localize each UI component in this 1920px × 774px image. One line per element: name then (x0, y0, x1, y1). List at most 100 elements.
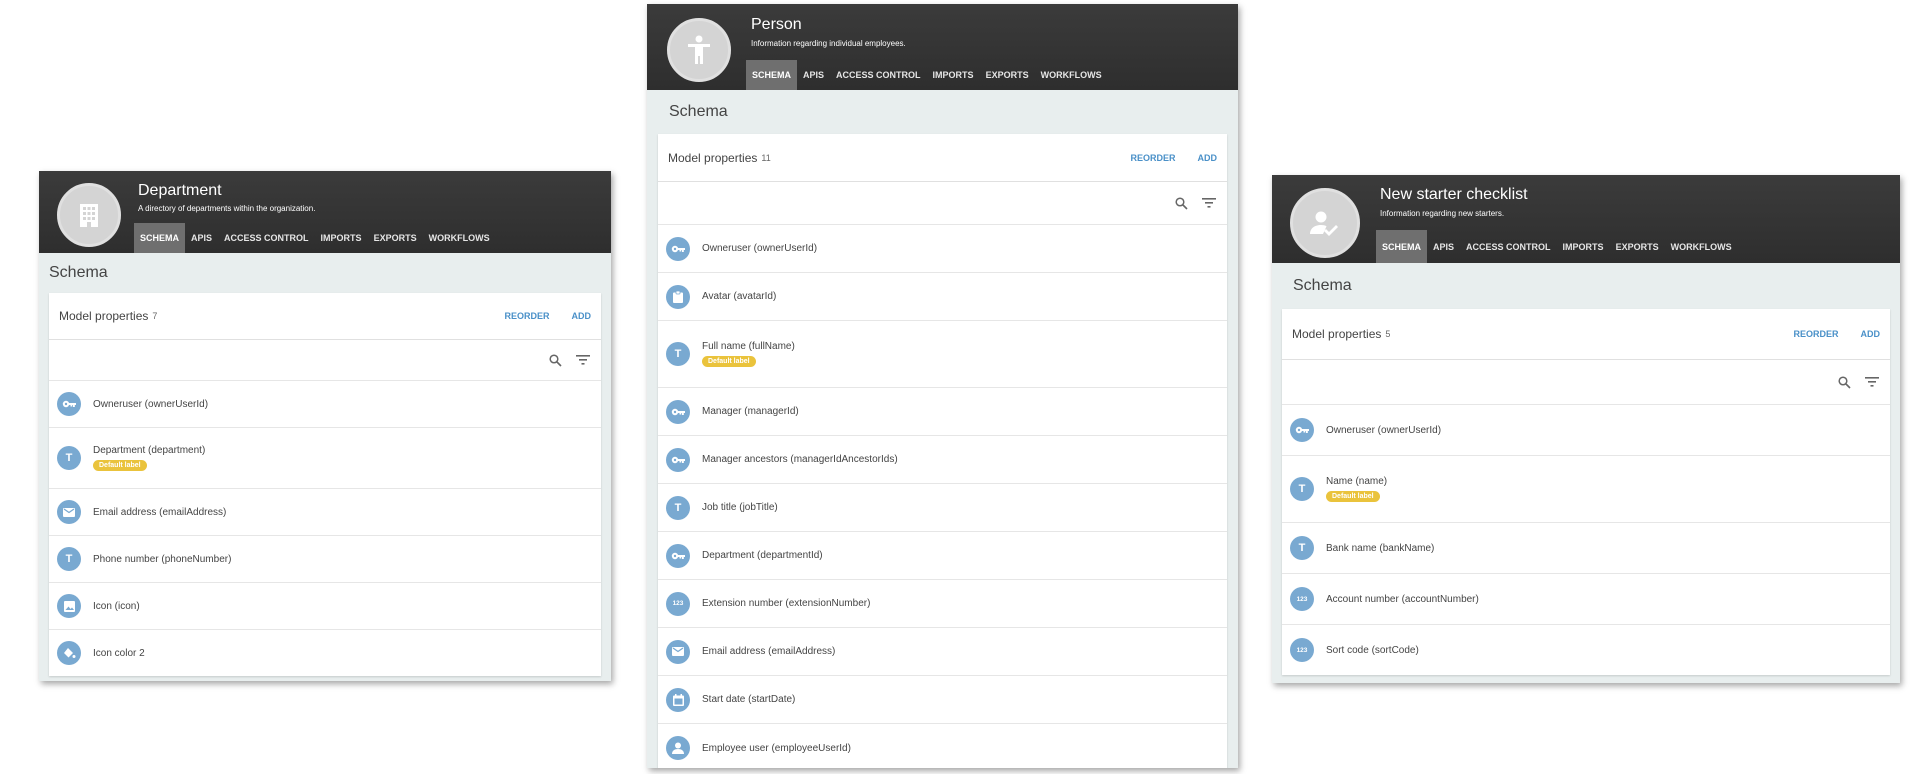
page-title: Person (751, 16, 802, 33)
tab-exports[interactable]: EXPORTS (368, 223, 423, 253)
reorder-button[interactable]: REORDER (1130, 153, 1175, 163)
key-icon (666, 236, 690, 261)
property-row[interactable]: Owneruser (ownerUserId) (658, 225, 1227, 273)
property-label: Owneruser (ownerUserId) (702, 243, 818, 254)
page-subtitle: Information regarding individual employe… (751, 39, 906, 48)
user-icon (666, 736, 690, 760)
default-label-badge: Default label (93, 460, 147, 471)
property-row[interactable]: Owneruser (ownerUserId) (49, 381, 601, 428)
tab-imports[interactable]: IMPORTS (927, 60, 980, 90)
property-label-group: Full name (fullName) Default label (702, 341, 795, 367)
property-row[interactable]: Icon color 2 (49, 630, 601, 676)
property-label: Phone number (phoneNumber) (93, 553, 232, 565)
reorder-button[interactable]: REORDER (504, 311, 549, 321)
property-label: Icon (icon) (93, 600, 140, 612)
email-icon (666, 639, 690, 664)
property-label-group: Email address (emailAddress) (93, 507, 226, 518)
panel-title: Model properties (1292, 327, 1382, 341)
property-row[interactable]: Icon (icon) (49, 583, 601, 630)
page-subtitle: Information regarding new starters. (1380, 209, 1505, 218)
search-icon[interactable] (547, 352, 563, 368)
tab-imports[interactable]: IMPORTS (1557, 230, 1610, 263)
tab-schema[interactable]: SCHEMA (746, 60, 798, 90)
property-label: Icon color 2 (93, 647, 145, 659)
panel-title: Model properties (668, 150, 758, 165)
number-icon: 123 (1290, 587, 1314, 611)
property-row[interactable]: Manager ancestors (managerIdAncestorIds) (658, 436, 1227, 484)
property-row[interactable]: T Job title (jobTitle) (658, 484, 1227, 532)
tab-bar: SCHEMA APIS ACCESS CONTROL IMPORTS EXPOR… (746, 60, 1108, 90)
property-row[interactable]: 123 Extension number (extensionNumber) (658, 580, 1227, 628)
filter-icon[interactable] (1201, 195, 1217, 211)
property-row[interactable]: T Full name (fullName) Default label (658, 321, 1227, 388)
tab-apis[interactable]: APIS (185, 223, 218, 253)
property-label-group: Extension number (extensionNumber) (702, 598, 870, 609)
property-label: Full name (fullName) (702, 341, 795, 352)
card-header: New starter checklist Information regard… (1272, 175, 1900, 263)
tab-workflows[interactable]: WORKFLOWS (1035, 60, 1108, 90)
section-title: Schema (1293, 277, 1352, 294)
tab-access-control[interactable]: ACCESS CONTROL (1460, 230, 1557, 263)
filter-icon[interactable] (1864, 374, 1880, 390)
property-label: Bank name (bankName) (1326, 542, 1435, 554)
tab-exports[interactable]: EXPORTS (1610, 230, 1665, 263)
add-button[interactable]: ADD (572, 311, 592, 321)
property-row[interactable]: Department (departmentId) (658, 532, 1227, 580)
property-row[interactable]: Start date (startDate) (658, 676, 1227, 724)
property-row[interactable]: Email address (emailAddress) (49, 489, 601, 536)
property-label-group: Icon color 2 (93, 648, 145, 659)
tab-access-control[interactable]: ACCESS CONTROL (218, 223, 315, 253)
property-label: Owneruser (ownerUserId) (93, 398, 209, 410)
property-label-group: Account number (accountNumber) (1326, 594, 1479, 605)
key-icon (1290, 418, 1314, 442)
tab-workflows[interactable]: WORKFLOWS (1665, 230, 1738, 263)
property-label: Email address (emailAddress) (93, 506, 227, 518)
property-label-group: Icon (icon) (93, 601, 140, 612)
key-icon (666, 543, 690, 568)
default-label-badge: Default label (702, 356, 756, 367)
model-properties-panel: Model properties 11 REORDER ADD Owneruse… (658, 134, 1227, 768)
property-row[interactable]: T Name (name) Default label (1282, 456, 1890, 523)
property-row[interactable]: 123 Account number (accountNumber) (1282, 574, 1890, 625)
property-row[interactable]: Email address (emailAddress) (658, 628, 1227, 676)
person-card: Person Information regarding individual … (647, 4, 1238, 768)
new-starter-checklist-card: New starter checklist Information regard… (1272, 175, 1900, 683)
text-icon: T (57, 446, 81, 470)
reorder-button[interactable]: REORDER (1793, 329, 1838, 339)
property-row[interactable]: Manager (managerId) (658, 388, 1227, 436)
property-list: Owneruser (ownerUserId) T Department (depa… (49, 381, 601, 676)
add-button[interactable]: ADD (1198, 153, 1218, 163)
tab-schema[interactable]: SCHEMA (1376, 230, 1428, 263)
page-title: New starter checklist (1380, 186, 1528, 203)
text-icon: T (1290, 477, 1314, 501)
filter-icon[interactable] (575, 352, 591, 368)
tab-access-control[interactable]: ACCESS CONTROL (830, 60, 927, 90)
panel-header: Model properties 7 REORDER ADD (49, 293, 601, 340)
property-label-group: Employee user (employeeUserId) (702, 743, 851, 754)
property-row[interactable]: T Phone number (phoneNumber) (49, 536, 601, 583)
property-row[interactable]: T Bank name (bankName) (1282, 523, 1890, 574)
property-row[interactable]: Owneruser (ownerUserId) (1282, 405, 1890, 456)
search-icon[interactable] (1173, 195, 1189, 211)
search-icon[interactable] (1836, 374, 1852, 390)
text-icon: T (666, 342, 690, 366)
tab-apis[interactable]: APIS (1427, 230, 1460, 263)
tab-exports[interactable]: EXPORTS (980, 60, 1035, 90)
property-row[interactable]: 123 Sort code (sortCode) (1282, 625, 1890, 675)
property-row[interactable]: Employee user (employeeUserId) (658, 724, 1227, 768)
property-row[interactable]: Avatar (avatarId) (658, 273, 1227, 321)
tab-schema[interactable]: SCHEMA (134, 223, 186, 253)
tab-apis[interactable]: APIS (797, 60, 830, 90)
user-check-icon (1290, 188, 1360, 258)
building-icon (57, 183, 121, 247)
card-header: Department A directory of departments wi… (39, 171, 611, 253)
add-button[interactable]: ADD (1861, 329, 1881, 339)
tab-imports[interactable]: IMPORTS (315, 223, 368, 253)
property-label-group: Name (name) Default label (1326, 476, 1387, 502)
image-icon (57, 594, 81, 618)
property-label-group: Manager (managerId) (702, 406, 799, 417)
property-row[interactable]: T Department (department) Default label (49, 428, 601, 489)
property-label-group: Job title (jobTitle) (702, 502, 778, 513)
tab-workflows[interactable]: WORKFLOWS (423, 223, 496, 253)
page-title: Department (138, 182, 222, 199)
